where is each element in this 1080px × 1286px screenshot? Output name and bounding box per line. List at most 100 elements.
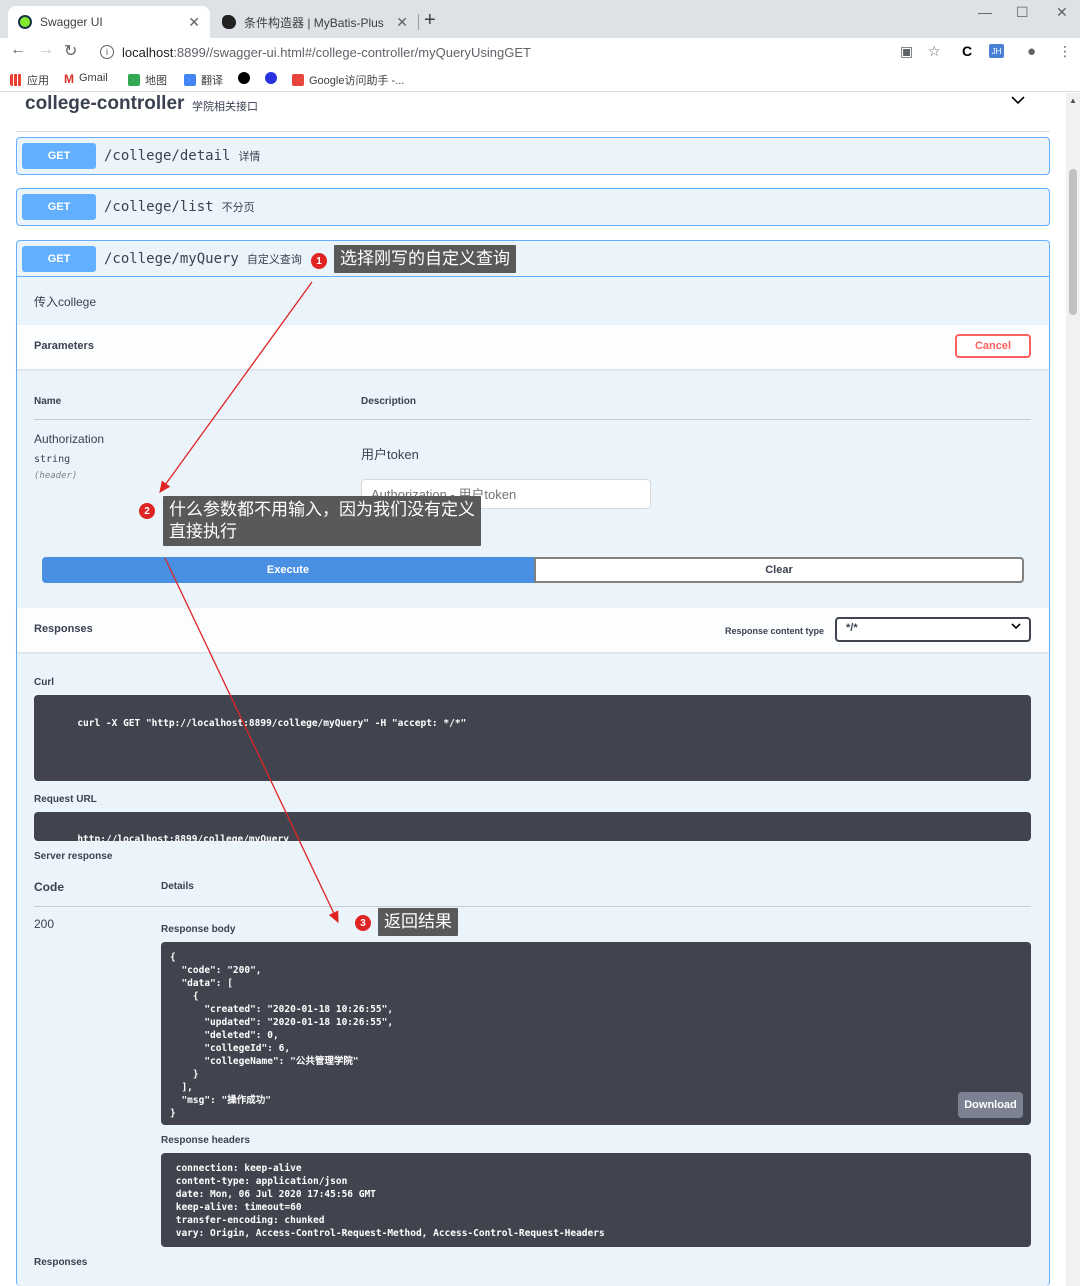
response-header-line: date: Mon, 06 Jul 2020 17:45:56 GMT [170, 1189, 376, 1200]
response-header-line: transfer-encoding: chunked [170, 1215, 325, 1226]
bookmark-label: 地图 [145, 75, 167, 87]
swagger-favicon-icon [18, 15, 32, 29]
opblock-college-detail: GET /college/detail 详情 [16, 137, 1050, 175]
translate-icon[interactable]: ▣ [900, 43, 913, 60]
profile-icon[interactable]: ● [1027, 43, 1036, 60]
tag-title[interactable]: college-controller [25, 93, 184, 115]
response-body-line: } [170, 1108, 176, 1119]
address-bar[interactable]: i localhost:8899//swagger-ui.html#/colle… [90, 40, 954, 64]
param-location: (header) [34, 471, 78, 481]
bookmark-github[interactable] [238, 72, 255, 84]
bookmark-star-icon[interactable]: ☆ [928, 43, 941, 60]
bookmark-apps[interactable]: 应用 [10, 72, 49, 88]
code-column-header: Code [34, 880, 64, 894]
operation-summary: 自定义查询 [246, 253, 302, 266]
bookmark-google-helper[interactable]: Google访问助手 -... [292, 72, 404, 88]
tab-swagger-ui[interactable]: Swagger UI ✕ [8, 6, 210, 38]
scrollbar-thumb[interactable] [1069, 169, 1077, 315]
response-body-line: "collegeId": 6, [170, 1043, 291, 1054]
minimize-icon[interactable]: — [978, 4, 992, 20]
server-response-label: Server response [34, 851, 113, 862]
selected-content-type: */* [846, 622, 858, 634]
browser-tab-bar: Swagger UI ✕ 条件构造器 | MyBatis-Plus ✕ + — … [0, 0, 1080, 38]
http-method-badge: GET [22, 143, 96, 169]
opblock-college-list: GET /college/list 不分页 [16, 188, 1050, 226]
apps-grid-icon [10, 74, 22, 86]
response-body-line: ], [170, 1082, 193, 1093]
http-method-badge: GET [22, 245, 96, 272]
site-info-icon[interactable]: i [100, 45, 114, 59]
col-description-header: Description [361, 396, 417, 407]
response-table-divider [34, 906, 1031, 907]
mybatis-favicon-icon [222, 15, 236, 29]
curl-code-block[interactable]: curl -X GET "http://localhost:8899/colle… [34, 695, 1031, 781]
response-body-line: "updated": "2020-01-18 10:26:55", [170, 1017, 394, 1028]
col-name-header: Name [34, 396, 62, 407]
gmail-icon: M [64, 72, 74, 86]
response-body-line: { [170, 991, 199, 1002]
response-content-type-label: Response content type [725, 626, 825, 636]
opblock-summary[interactable]: GET /college/list 不分页 [17, 189, 1049, 225]
url-host: localhost [122, 44, 174, 60]
maps-icon [128, 74, 140, 86]
execute-wrapper: Execute Clear [42, 557, 1024, 583]
operation-path: /college/myQuery [104, 250, 239, 267]
response-header-line: connection: keep-alive [170, 1163, 302, 1174]
window-close-icon[interactable]: ✕ [1056, 4, 1068, 21]
response-headers-block[interactable]: connection: keep-alive content-type: app… [161, 1153, 1031, 1247]
forward-icon[interactable]: → [38, 41, 54, 59]
parameters-header: Parameters [17, 325, 1049, 369]
opblock-college-myquery: GET /college/myQuery 自定义查询 传入college Par… [16, 240, 1050, 1286]
bookmark-gmail[interactable]: M Gmail [64, 72, 108, 86]
tab-mybatis-plus[interactable]: 条件构造器 | MyBatis-Plus ✕ [212, 6, 418, 38]
chevron-down-icon[interactable] [1010, 93, 1026, 111]
response-header-line: content-type: application/json [170, 1176, 348, 1187]
bookmark-label: Gmail [79, 72, 108, 84]
parameters-label: Parameters [34, 340, 94, 352]
download-button[interactable]: Download [958, 1092, 1023, 1118]
back-icon[interactable]: ← [10, 41, 26, 59]
curl-command: curl -X GET "http://localhost:8899/colle… [77, 718, 467, 729]
close-tab-icon[interactable]: ✕ [188, 14, 200, 31]
scroll-up-icon[interactable]: ▲ [1069, 96, 1077, 105]
bookmark-maps[interactable]: 地图 [128, 72, 167, 88]
tag-description: 学院相关接口 [192, 101, 258, 113]
bookmark-baidu[interactable] [265, 72, 282, 84]
clear-button[interactable]: Clear [534, 557, 1024, 583]
cancel-button[interactable]: Cancel [955, 334, 1031, 358]
extension-jh-icon[interactable]: JH [989, 44, 1004, 58]
opblock-summary[interactable]: GET /college/myQuery 自定义查询 [17, 241, 1049, 277]
response-body-line: { [170, 952, 176, 963]
responses-footer-label: Responses [34, 1257, 88, 1268]
http-method-badge: GET [22, 194, 96, 220]
annotation-number-1: 1 [311, 253, 327, 269]
request-url-block[interactable]: http://localhost:8899/college/myQuery [34, 812, 1031, 845]
response-body-block[interactable]: { "code": "200", "data": [ { "created": … [161, 942, 1031, 1125]
operation-path: /college/list [104, 199, 214, 215]
operation-summary: 详情 [238, 151, 261, 163]
tab-title: Swagger UI [40, 15, 103, 29]
param-type: string [34, 454, 71, 465]
bookmarks-bar: 应用 M Gmail 地图 翻译 Google访问助手 -... [0, 66, 1080, 92]
param-description: 用户token [361, 447, 419, 462]
execute-button[interactable]: Execute [42, 557, 534, 583]
opblock-summary[interactable]: GET /college/detail 详情 [17, 138, 1049, 174]
response-header-line: vary: Origin, Access-Control-Request-Met… [170, 1228, 605, 1239]
maximize-icon[interactable]: ☐ [1016, 4, 1029, 21]
responses-label: Responses [34, 623, 93, 635]
menu-kebab-icon[interactable]: ⋮ [1058, 43, 1072, 60]
reload-icon[interactable]: ↻ [64, 41, 77, 61]
new-tab-icon[interactable]: + [424, 9, 436, 32]
close-tab-icon[interactable]: ✕ [396, 14, 408, 31]
bookmark-translate[interactable]: 翻译 [184, 72, 223, 88]
github-icon [238, 72, 250, 84]
google-helper-icon [292, 74, 304, 86]
response-headers-label: Response headers [161, 1135, 250, 1146]
page-scrollbar[interactable]: ▲ [1066, 93, 1080, 1286]
tab-divider [418, 14, 419, 30]
response-content-type-select[interactable]: */* [835, 617, 1031, 642]
response-body-line: "created": "2020-01-18 10:26:55", [170, 1004, 394, 1015]
annotation-number-3: 3 [355, 915, 371, 931]
bookmark-label: 应用 [27, 75, 49, 87]
extension-c-icon[interactable]: C [962, 43, 972, 59]
